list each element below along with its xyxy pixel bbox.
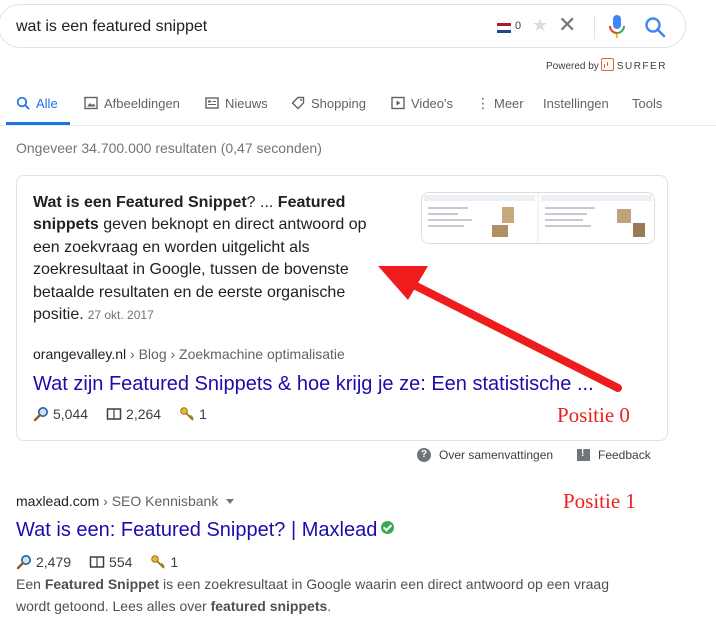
tab-videos[interactable]: Video's [391,94,453,112]
tab-shopping[interactable]: Shopping [291,94,366,112]
surfer-metrics: 2,479 554 1 [16,554,192,570]
search-icon [16,96,30,110]
powered-by: Powered by SURFER [546,58,667,72]
result-description: Een Featured Snippet is een zoekresultaa… [16,573,646,617]
magnifier-icon [33,407,48,422]
result-breadcrumb[interactable]: maxlead.com › SEO Kennisbank [16,493,235,509]
snippet-thumbnail[interactable] [421,192,655,244]
news-icon [205,97,219,109]
snippet-text-part: Wat is een Featured Snippet [33,194,247,211]
verified-check-icon [381,521,395,534]
magnifier-icon [16,555,31,570]
thumbnail-page [539,193,654,243]
featured-snippet-card: Wat is een Featured Snippet? ... Feature… [16,175,668,441]
result-stats: Ongeveer 34.700.000 resultaten (0,47 sec… [16,140,322,156]
feedback-icon [577,448,590,461]
key-icon [151,555,166,569]
search-icon[interactable] [644,16,666,38]
featured-result-title[interactable]: Wat zijn Featured Snippets & hoe krijg j… [33,373,594,396]
description-text-part: Featured Snippet [44,576,160,592]
surfer-logo-icon [600,58,614,71]
breadcrumb[interactable]: orangevalley.nl › Blog › Zoekmachine opt… [33,346,345,362]
description-text-part: featured snippets [210,598,328,614]
search-bar[interactable]: wat is een featured snippet 0 ★ ✕ [0,4,686,48]
about-snippets-link[interactable]: ? Over samenvattingen [417,448,553,462]
tag-icon [291,96,305,110]
annotation-positie-1: Positie 1 [563,489,636,513]
key-icon [180,407,194,421]
result-title[interactable]: Wat is een: Featured Snippet? | Maxlead [16,519,395,542]
tab-images[interactable]: Afbeeldingen [84,94,180,112]
microphone-icon[interactable] [606,14,628,40]
feedback-link[interactable]: Feedback [577,448,651,462]
book-icon [106,408,122,420]
snippet-text: Wat is een Featured Snippet? ... Feature… [33,192,373,326]
thumbnail-page [422,193,537,243]
description-text-part: Een [16,576,45,592]
tab-settings[interactable]: Instellingen [543,94,609,112]
tab-all[interactable]: Alle [16,94,58,112]
snippet-text-part: ? ... [246,194,278,211]
annotation-positie-0: Positie 0 [557,403,630,427]
tab-news[interactable]: Nieuws [205,94,268,112]
description-text-part: . [327,598,332,614]
chevron-down-icon[interactable] [226,499,235,504]
play-icon [391,96,405,110]
more-vert-icon: ⋮ [476,95,490,111]
flag-nl-icon [497,23,511,33]
tab-more[interactable]: ⋮ Meer [476,94,524,112]
divider [0,125,716,126]
surfer-metrics: 5,044 2,264 1 [33,406,221,422]
divider [594,15,595,39]
tab-tools[interactable]: Tools [632,94,662,112]
search-input[interactable]: wat is een featured snippet [16,18,207,36]
image-icon [84,96,98,110]
clear-icon[interactable]: ✕ [558,13,576,37]
snippet-date: 27 okt. 2017 [87,308,154,323]
book-icon [89,556,105,568]
flag-count: 0 [515,20,522,32]
help-icon: ? [417,448,431,462]
star-icon[interactable]: ★ [532,15,548,36]
